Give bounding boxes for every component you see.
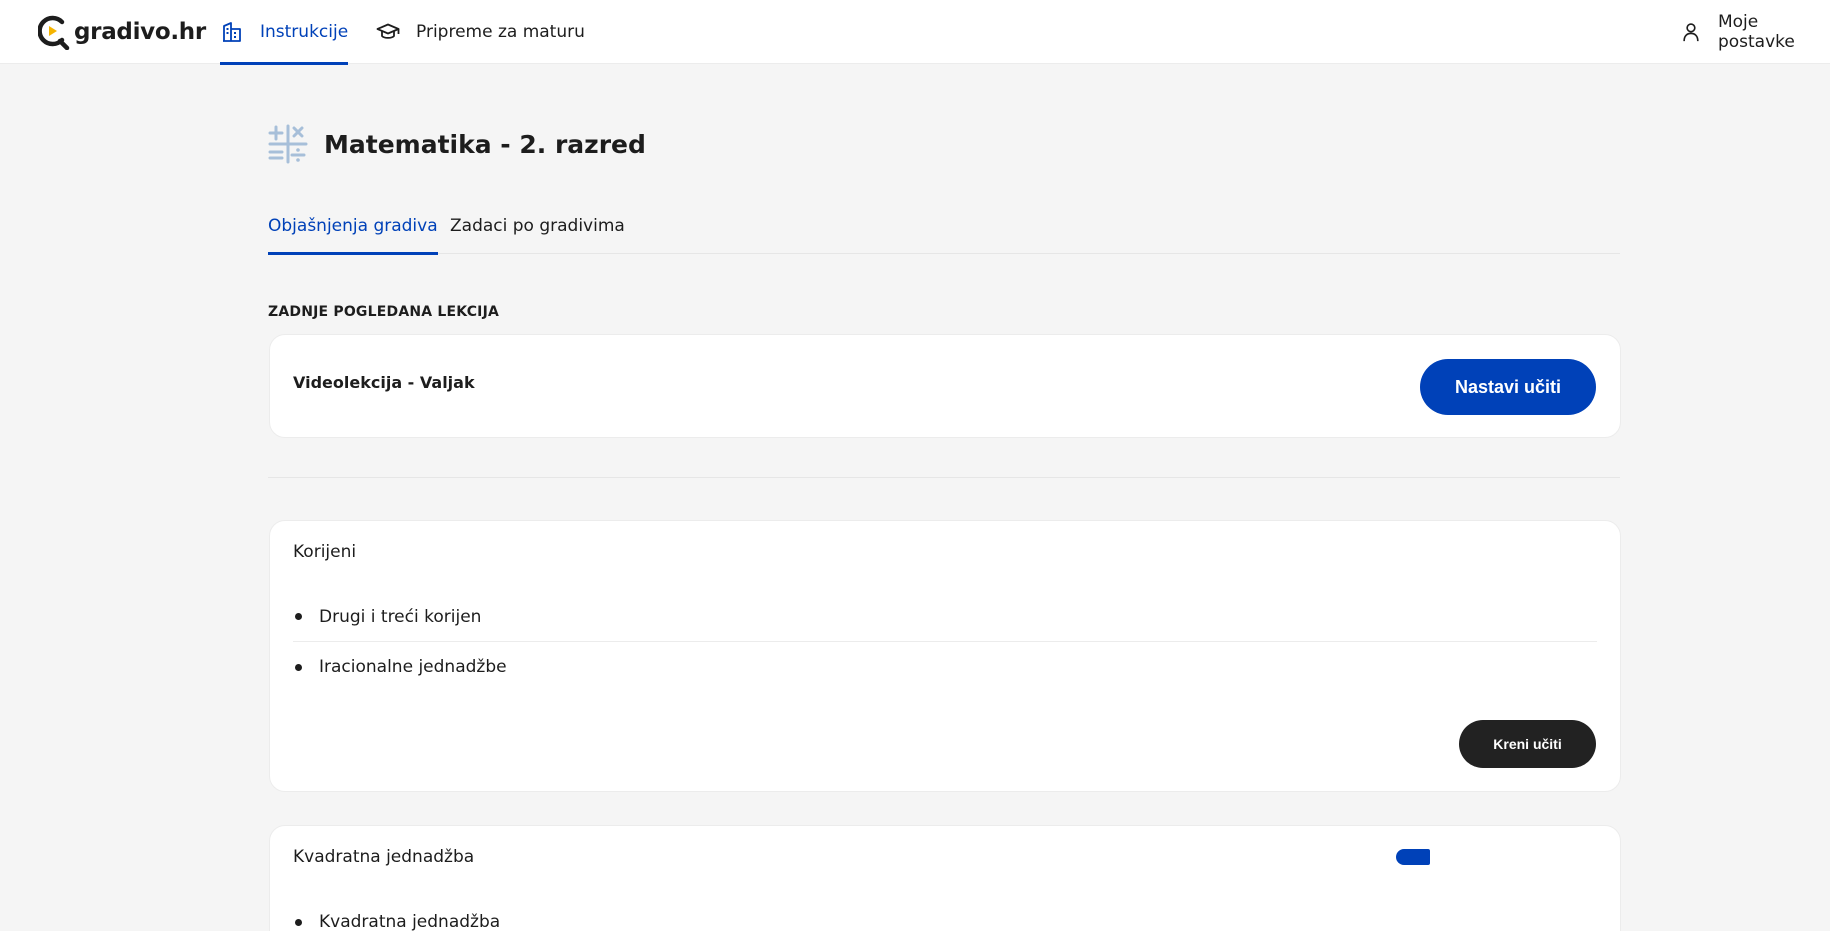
- list-item[interactable]: Drugi i treći korijen: [293, 592, 1597, 642]
- list-item-label: Iracionalne jednadžbe: [319, 657, 507, 677]
- building-icon: [223, 22, 241, 42]
- progress-indicator: [1396, 849, 1430, 865]
- content-tabs: Objašnjenja gradiva Zadaci po gradivima: [268, 216, 1620, 255]
- bullet-icon: [295, 918, 302, 926]
- bullet-icon: [295, 613, 302, 620]
- last-viewed-lesson-title: Videolekcija - Valjak: [293, 373, 475, 392]
- list-item-label: Kvadratna jednadžba: [319, 912, 501, 931]
- nav-item-label: Instrukcije: [260, 22, 349, 42]
- top-navigation-bar: gradivo.hr Instrukcije Pripreme za matur…: [0, 0, 1830, 65]
- last-viewed-section-label: ZADNJE POGLEDANA LEKCIJA: [268, 304, 500, 320]
- logo[interactable]: gradivo.hr: [38, 12, 206, 52]
- section-divider: [268, 477, 1620, 478]
- user-icon: [1683, 23, 1699, 42]
- list-item[interactable]: Iracionalne jednadžbe: [293, 642, 1597, 692]
- list-item[interactable]: Kvadratna jednadžba: [293, 897, 1597, 931]
- math-operations-icon: [268, 124, 308, 164]
- bullet-icon: [295, 663, 302, 671]
- nav-item-pripreme-za-maturu[interactable]: Pripreme za maturu: [376, 0, 585, 64]
- active-nav-indicator: [220, 62, 349, 65]
- graduation-cap-icon: [376, 23, 400, 39]
- list-item-label: Drugi i treći korijen: [319, 606, 482, 627]
- continue-learning-button[interactable]: Nastavi učiti: [1420, 359, 1596, 415]
- logo-icon: [38, 15, 70, 50]
- topic-title: Kvadratna jednadžba: [293, 847, 475, 867]
- my-settings-label: Moje postavke: [1717, 12, 1795, 52]
- start-learning-button[interactable]: Kreni učiti: [1459, 720, 1596, 768]
- logo-text: gradivo.hr: [74, 19, 206, 45]
- topic-title: Korijeni: [293, 542, 357, 562]
- tab-objasnjenja-gradiva[interactable]: Objašnjenja gradiva: [268, 216, 438, 255]
- topic-card-korijeni: Korijeni Drugi i treći korijen Iracional…: [269, 520, 1621, 792]
- topic-card-kvadratna-jednadzba: Kvadratna jednadžba Kvadratna jednadžba: [269, 825, 1621, 931]
- page-title: Matematika - 2. razred: [324, 129, 646, 159]
- tab-zadaci-po-gradivima[interactable]: Zadaci po gradivima: [450, 216, 625, 254]
- nav-item-instrukcije[interactable]: Instrukcije: [220, 0, 349, 65]
- page-title-row: Matematika - 2. razred: [268, 124, 646, 164]
- last-viewed-lesson-card: Videolekcija - Valjak Nastavi učiti: [269, 334, 1621, 438]
- my-settings-link[interactable]: Moje postavke: [1680, 0, 1830, 64]
- nav-item-label: Pripreme za maturu: [416, 22, 585, 42]
